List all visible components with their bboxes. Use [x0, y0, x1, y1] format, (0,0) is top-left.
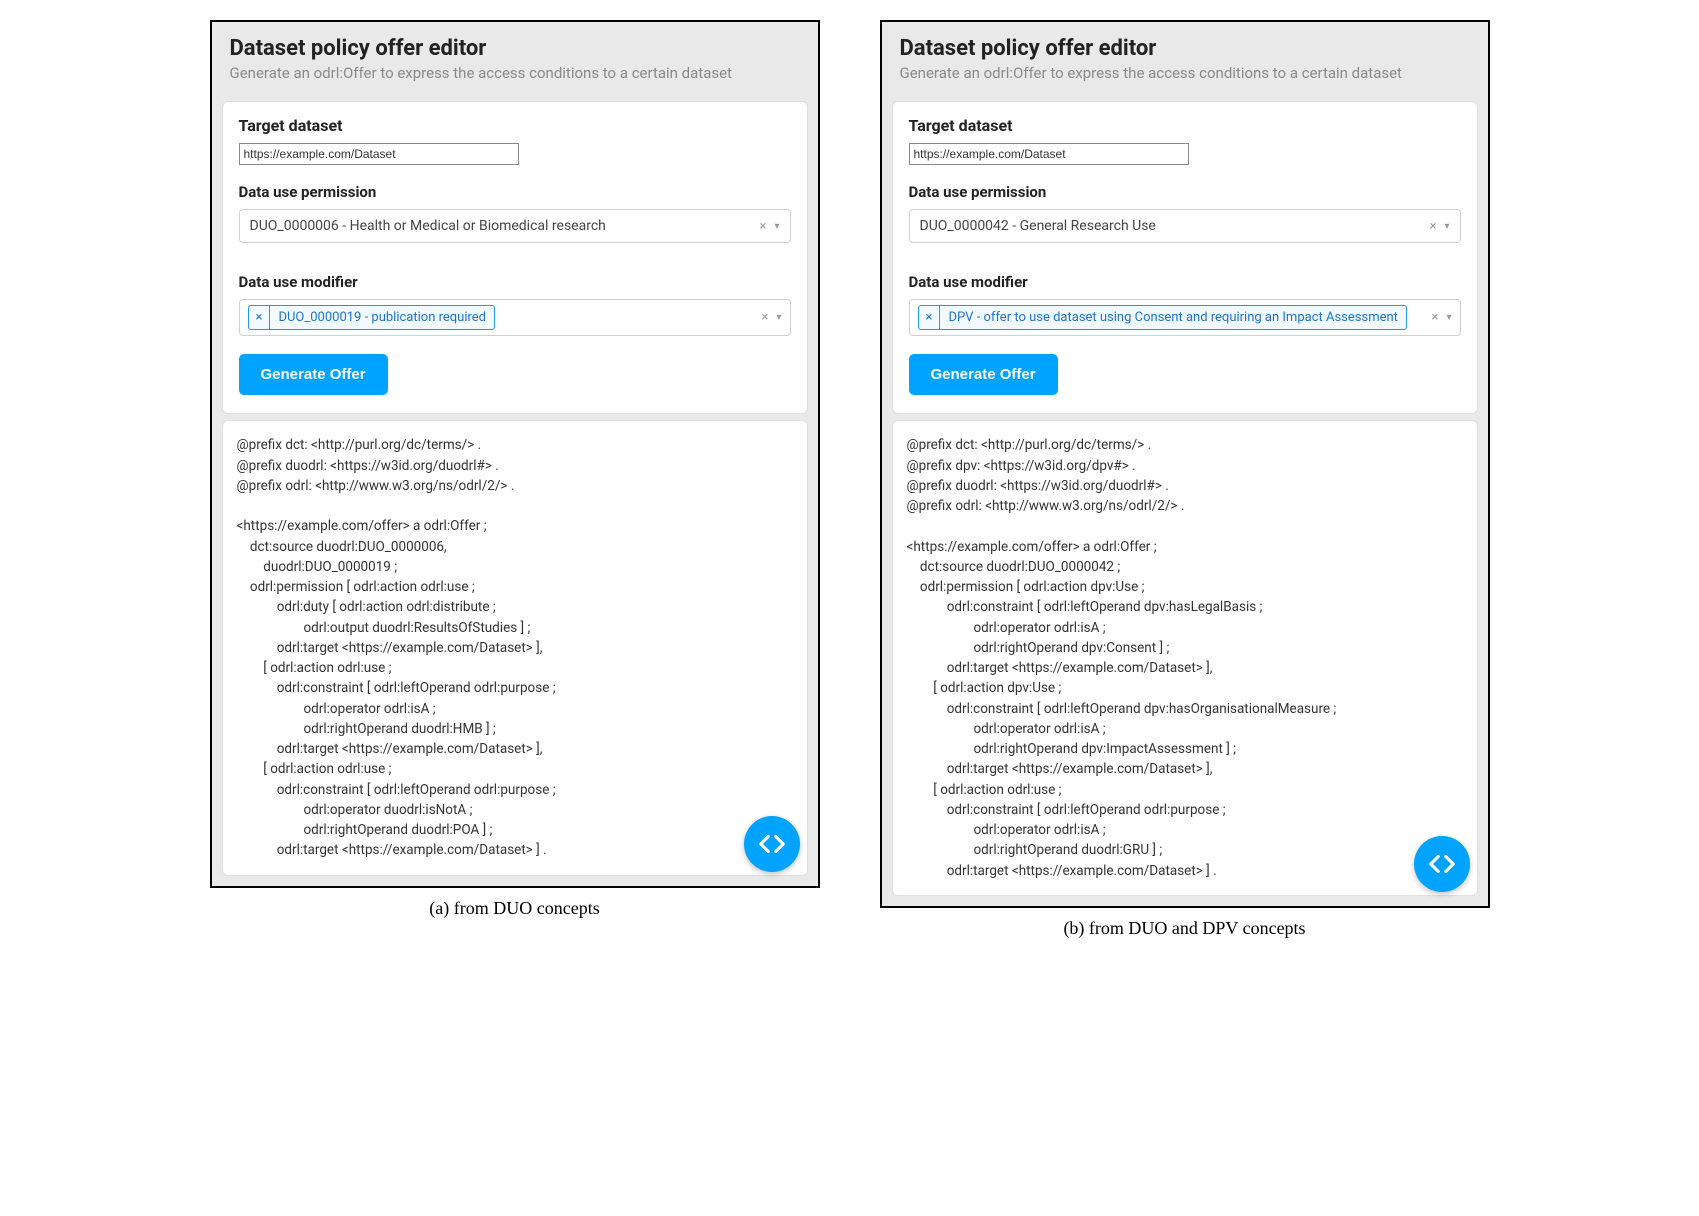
- page-title: Dataset policy offer editor: [230, 36, 800, 61]
- data-use-permission-label: Data use permission: [239, 183, 791, 201]
- form-card: Target dataset Data use permission DUO_0…: [892, 101, 1478, 414]
- chevron-down-icon[interactable]: ▾: [776, 312, 781, 323]
- modifier-tag: × DUO_0000019 - publication required: [248, 305, 496, 330]
- page-subtitle: Generate an odrl:Offer to express the ac…: [900, 63, 1470, 83]
- chevron-down-icon[interactable]: ▾: [774, 221, 779, 232]
- output-code: @prefix dct: <http://purl.org/dc/terms/>…: [907, 435, 1463, 881]
- clear-icon[interactable]: ×: [1430, 219, 1437, 234]
- target-dataset-label: Target dataset: [909, 116, 1461, 135]
- chevron-down-icon[interactable]: ▾: [1444, 221, 1449, 232]
- panel-caption-left: (a) from DUO concepts: [429, 898, 599, 919]
- data-use-permission-select[interactable]: DUO_0000006 - Health or Medical or Biome…: [239, 209, 791, 243]
- target-dataset-input[interactable]: [239, 143, 519, 165]
- output-card: @prefix dct: <http://purl.org/dc/terms/>…: [892, 420, 1478, 896]
- tag-remove-icon[interactable]: ×: [919, 306, 941, 329]
- code-icon: [1427, 849, 1457, 879]
- data-use-modifier-select[interactable]: × DUO_0000019 - publication required × ▾: [239, 299, 791, 336]
- permission-value: DUO_0000042 - General Research Use: [920, 218, 1430, 234]
- data-use-permission-label: Data use permission: [909, 183, 1461, 201]
- data-use-modifier-select[interactable]: × DPV - offer to use dataset using Conse…: [909, 299, 1461, 336]
- clear-icon[interactable]: ×: [760, 219, 767, 234]
- editor-panel-right: Dataset policy offer editor Generate an …: [880, 20, 1490, 908]
- data-use-permission-select[interactable]: DUO_0000042 - General Research Use × ▾: [909, 209, 1461, 243]
- panel-header: Dataset policy offer editor Generate an …: [882, 22, 1488, 95]
- modifier-tag: × DPV - offer to use dataset using Conse…: [918, 305, 1407, 330]
- modifier-tag-label: DPV - offer to use dataset using Consent…: [940, 306, 1405, 329]
- page-subtitle: Generate an odrl:Offer to express the ac…: [230, 63, 800, 83]
- clear-icon[interactable]: ×: [762, 310, 769, 325]
- permission-value: DUO_0000006 - Health or Medical or Biome…: [250, 218, 760, 234]
- data-use-modifier-label: Data use modifier: [909, 273, 1461, 291]
- generate-offer-button[interactable]: Generate Offer: [239, 354, 388, 395]
- output-card: @prefix dct: <http://purl.org/dc/terms/>…: [222, 420, 808, 875]
- code-fab-button[interactable]: [744, 816, 800, 872]
- panel-caption-right: (b) from DUO and DPV concepts: [1063, 918, 1305, 939]
- form-card: Target dataset Data use permission DUO_0…: [222, 101, 808, 414]
- tag-remove-icon[interactable]: ×: [249, 306, 271, 329]
- code-fab-button[interactable]: [1414, 836, 1470, 892]
- generate-offer-button[interactable]: Generate Offer: [909, 354, 1058, 395]
- output-code: @prefix dct: <http://purl.org/dc/terms/>…: [237, 435, 793, 860]
- code-icon: [757, 829, 787, 859]
- data-use-modifier-label: Data use modifier: [239, 273, 791, 291]
- target-dataset-label: Target dataset: [239, 116, 791, 135]
- modifier-tag-label: DUO_0000019 - publication required: [270, 306, 494, 329]
- panel-header: Dataset policy offer editor Generate an …: [212, 22, 818, 95]
- chevron-down-icon[interactable]: ▾: [1446, 312, 1451, 323]
- target-dataset-input[interactable]: [909, 143, 1189, 165]
- clear-icon[interactable]: ×: [1432, 310, 1439, 325]
- editor-panel-left: Dataset policy offer editor Generate an …: [210, 20, 820, 888]
- page-title: Dataset policy offer editor: [900, 36, 1470, 61]
